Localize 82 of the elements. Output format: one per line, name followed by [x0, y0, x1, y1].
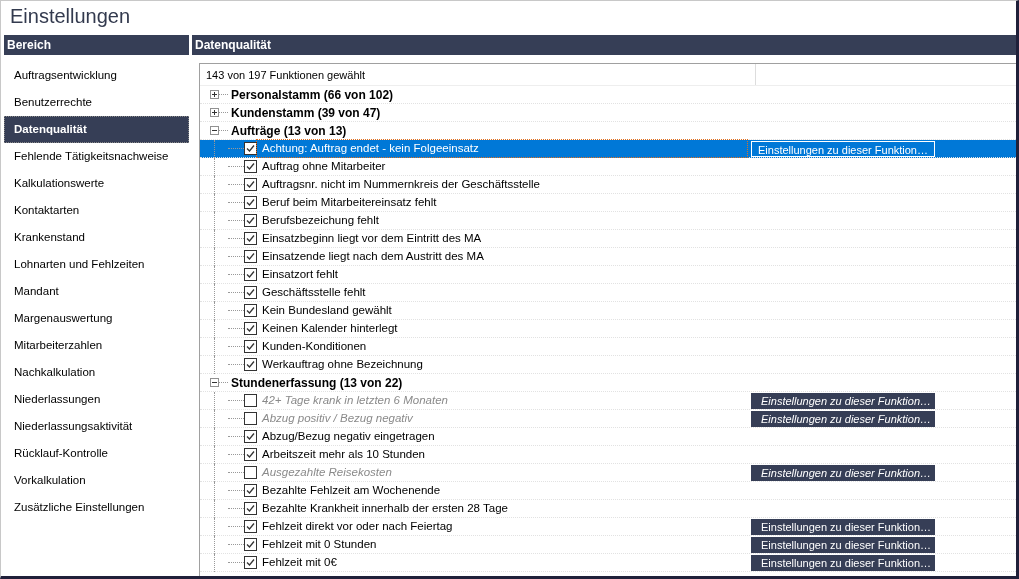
tree-row[interactable]: Arbeitszeit mehr als 10 Stunden	[200, 446, 1016, 464]
checkbox[interactable]	[244, 448, 257, 461]
settings-button[interactable]: Einstellungen zu dieser Funktion…	[751, 393, 935, 409]
sidebar-item[interactable]: Lohnarten und Fehlzeiten	[4, 251, 189, 278]
sidebar-item[interactable]: Benutzerrechte	[4, 89, 189, 116]
tree-row[interactable]: Kunden-Konditionen	[200, 338, 1016, 356]
tree-row[interactable]: Werkauftrag ohne Bezeichnung	[200, 356, 1016, 374]
tree-row[interactable]: Achtung: Auftrag endet - kein Folgeeinsatz Einstellungen zu dieser Funktion…	[200, 140, 1016, 158]
checkbox[interactable]	[244, 394, 257, 407]
section-header: Datenqualität	[192, 35, 1016, 55]
sidebar-item[interactable]: Kontaktarten	[4, 197, 189, 224]
checkbox[interactable]	[244, 214, 257, 227]
checkbox[interactable]	[244, 520, 257, 533]
sidebar-item[interactable]: Mandant	[4, 278, 189, 305]
tree-row[interactable]: Fehlzeit mit 0 Stunden Einstellungen zu dieser Funktion…	[200, 536, 1016, 554]
checkbox[interactable]	[244, 502, 257, 515]
checkbox[interactable]	[244, 430, 257, 443]
tree-row[interactable]: Fehlzeit mit 0€ Einstellungen zu dieser Funktion…	[200, 554, 1016, 572]
checkbox[interactable]	[244, 178, 257, 191]
tree-row[interactable]: Auftrag ohne Mitarbeiter	[200, 158, 1016, 176]
selection-summary: 143 von 197 Funktionen gewählt	[206, 64, 756, 85]
checkbox[interactable]	[244, 556, 257, 569]
tree-row[interactable]: 42+ Tage krank in letzten 6 Monaten Einstellungen zu dieser Funktion…	[200, 392, 1016, 410]
collapse-icon[interactable]	[210, 378, 219, 387]
tree-row[interactable]: Einsatzbeginn liegt vor dem Eintritt des MA	[200, 230, 1016, 248]
sidebar-item[interactable]: Niederlassungen	[4, 386, 189, 413]
checkbox[interactable]	[244, 142, 257, 155]
group-label[interactable]: Aufträge (13 von 13)	[228, 121, 347, 140]
tree-row[interactable]: Ausgezahlte Reisekosten Einstellungen zu dieser Funktion…	[200, 464, 1016, 482]
collapse-icon[interactable]	[210, 126, 219, 135]
expand-icon[interactable]	[210, 108, 219, 117]
tree-row[interactable]: Auftragsnr. nicht im Nummernkreis der Geschäftsstelle	[200, 176, 1016, 194]
tree-row[interactable]: Keinen Kalender hinterlegt	[200, 320, 1016, 338]
sidebar-item[interactable]: Krankenstand	[4, 224, 189, 251]
expand-icon[interactable]	[210, 90, 219, 99]
settings-button[interactable]: Einstellungen zu dieser Funktion…	[751, 465, 935, 481]
tree-row[interactable]: Geschäftsstelle fehlt	[200, 284, 1016, 302]
group-label[interactable]: Personalstamm (66 von 102)	[228, 85, 394, 104]
settings-button[interactable]: Einstellungen zu dieser Funktion…	[751, 141, 935, 157]
sidebar-item[interactable]: Niederlassungsaktivität	[4, 413, 189, 440]
tree-row[interactable]: Bezahlte Fehlzeit am Wochenende	[200, 482, 1016, 500]
checkbox[interactable]	[244, 340, 257, 353]
group-label[interactable]: Stundenerfassung (13 von 22)	[228, 373, 403, 392]
settings-button[interactable]: Einstellungen zu dieser Funktion…	[751, 555, 935, 571]
checkbox[interactable]	[244, 538, 257, 551]
checkbox[interactable]	[244, 466, 257, 479]
tree-row[interactable]: Bezahlte Krankheit innerhalb der ersten 28 Tage	[200, 500, 1016, 518]
checkbox[interactable]	[244, 160, 257, 173]
checkbox[interactable]	[244, 286, 257, 299]
sidebar-item[interactable]: Fehlende Tätigkeitsnachweise	[4, 143, 189, 170]
group-label[interactable]: Kundenstamm (39 von 47)	[228, 103, 381, 122]
tree-row[interactable]: Kein Bundesland gewählt	[200, 302, 1016, 320]
checkbox[interactable]	[244, 484, 257, 497]
sidebar-item[interactable]: Nachkalkulation	[4, 359, 189, 386]
tree-row[interactable]: Abzug/Bezug negativ eingetragen	[200, 428, 1016, 446]
tree-row[interactable]: Berufsbezeichung fehlt	[200, 212, 1016, 230]
sidebar-item[interactable]: Rücklauf-Kontrolle	[4, 440, 189, 467]
checkbox[interactable]	[244, 358, 257, 371]
section-header: Bereich	[4, 35, 189, 55]
checkbox[interactable]	[244, 232, 257, 245]
checkbox[interactable]	[244, 412, 257, 425]
sidebar-item[interactable]: Datenqualität	[4, 116, 189, 143]
sidebar-item[interactable]: Kalkulationswerte	[4, 170, 189, 197]
sidebar-item[interactable]: Zusätzliche Einstellungen	[4, 494, 189, 521]
tree-row[interactable]: Fehlzeit direkt vor oder nach Feiertag Einstellungen zu dieser Funktion…	[200, 518, 1016, 536]
tree-row[interactable]: Einsatzende liegt nach dem Austritt des MA	[200, 248, 1016, 266]
tree-row[interactable]: Abzug positiv / Bezug negativ Einstellungen zu dieser Funktion…	[200, 410, 1016, 428]
checkbox[interactable]	[244, 304, 257, 317]
sidebar-item[interactable]: Margenauswertung	[4, 305, 189, 332]
checkbox[interactable]	[244, 322, 257, 335]
sidebar-item[interactable]: Vorkalkulation	[4, 467, 189, 494]
settings-button[interactable]: Einstellungen zu dieser Funktion…	[751, 519, 935, 535]
settings-button[interactable]: Einstellungen zu dieser Funktion…	[751, 411, 935, 427]
sidebar-item[interactable]: Mitarbeiterzahlen	[4, 332, 189, 359]
checkbox[interactable]	[244, 196, 257, 209]
settings-button[interactable]: Einstellungen zu dieser Funktion…	[751, 537, 935, 553]
tree-row[interactable]: Einsatzort fehlt	[200, 266, 1016, 284]
tree-row[interactable]: Beruf beim Mitarbeitereinsatz fehlt	[200, 194, 1016, 212]
sidebar-item[interactable]: Auftragsentwicklung	[4, 62, 189, 89]
checkbox[interactable]	[244, 250, 257, 263]
checkbox[interactable]	[244, 268, 257, 281]
window-title: Einstellungen	[9, 4, 131, 29]
